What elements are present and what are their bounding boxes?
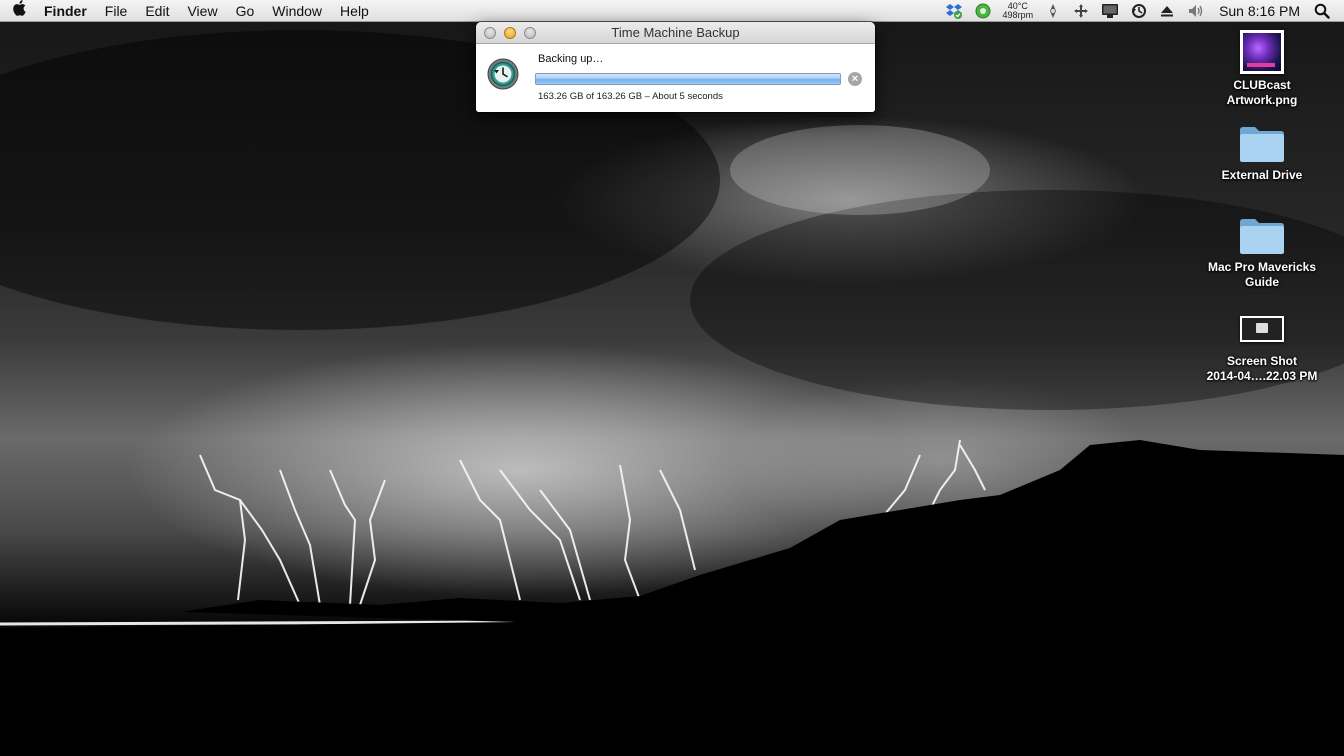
desktop-icon-label: Screen Shot 2014-04….22.03 PM bbox=[1206, 354, 1318, 383]
green-status-icon[interactable] bbox=[969, 0, 997, 22]
window-title: Time Machine Backup bbox=[611, 25, 740, 40]
menu-window[interactable]: Window bbox=[263, 0, 331, 22]
backup-progress-fill bbox=[536, 74, 840, 84]
desktop-wallpaper bbox=[0, 0, 1344, 756]
fan-speed-value: 498rpm bbox=[1002, 10, 1034, 20]
apple-logo-icon[interactable] bbox=[0, 0, 40, 22]
backup-progress-detail: 163.26 GB of 163.26 GB – About 5 seconds bbox=[538, 91, 723, 102]
menu-file[interactable]: File bbox=[96, 0, 137, 22]
time-machine-window: Time Machine Backup Backing up… × 163.26… bbox=[476, 22, 875, 112]
spotlight-icon[interactable] bbox=[1308, 0, 1344, 22]
desktop-icon-mac-pro-guide[interactable]: Mac Pro Mavericks Guide bbox=[1192, 216, 1332, 290]
dropbox-icon[interactable] bbox=[939, 0, 969, 22]
backup-panel: Backing up… × 163.26 GB of 163.26 GB – A… bbox=[476, 44, 875, 112]
desktop-icon-label: External Drive bbox=[1221, 168, 1303, 182]
screenshot-file-icon bbox=[1240, 316, 1284, 342]
volume-icon[interactable] bbox=[1181, 0, 1211, 22]
backup-progress-bar bbox=[535, 73, 841, 85]
menubar-clock[interactable]: Sun 8:16 PM bbox=[1211, 0, 1308, 22]
desktop-icon-external-drive[interactable]: External Drive bbox=[1192, 124, 1332, 183]
time-machine-icon[interactable] bbox=[1125, 0, 1153, 22]
window-titlebar[interactable]: Time Machine Backup bbox=[476, 22, 875, 44]
desktop-icon-label: CLUBcast Artwork.png bbox=[1226, 78, 1298, 107]
image-file-icon bbox=[1240, 30, 1284, 74]
time-machine-icon bbox=[487, 58, 519, 90]
menu-go[interactable]: Go bbox=[227, 0, 264, 22]
menu-finder[interactable]: Finder bbox=[40, 0, 96, 22]
folder-icon bbox=[1240, 219, 1284, 254]
desktop-icon-label: Mac Pro Mavericks Guide bbox=[1207, 260, 1317, 289]
backup-status-text: Backing up… bbox=[538, 53, 604, 65]
menu-bar: Finder File Edit View Go Window Help 40°… bbox=[0, 0, 1344, 22]
menu-edit[interactable]: Edit bbox=[136, 0, 178, 22]
sensor-icon[interactable] bbox=[1039, 0, 1067, 22]
eject-icon[interactable] bbox=[1153, 0, 1181, 22]
menu-view[interactable]: View bbox=[178, 0, 226, 22]
folder-icon bbox=[1240, 127, 1284, 162]
move-icon[interactable] bbox=[1067, 0, 1095, 22]
lightning-landscape bbox=[0, 30, 1344, 756]
display-icon[interactable] bbox=[1095, 0, 1125, 22]
desktop-icon-screen-shot[interactable]: Screen Shot 2014-04….22.03 PM bbox=[1192, 308, 1332, 384]
stop-backup-button[interactable]: × bbox=[848, 72, 862, 86]
menu-help[interactable]: Help bbox=[331, 0, 378, 22]
temperature-readout[interactable]: 40°C 498rpm bbox=[997, 0, 1040, 22]
desktop-icon-clubcast-artwork[interactable]: CLUBcast Artwork.png bbox=[1192, 30, 1332, 108]
